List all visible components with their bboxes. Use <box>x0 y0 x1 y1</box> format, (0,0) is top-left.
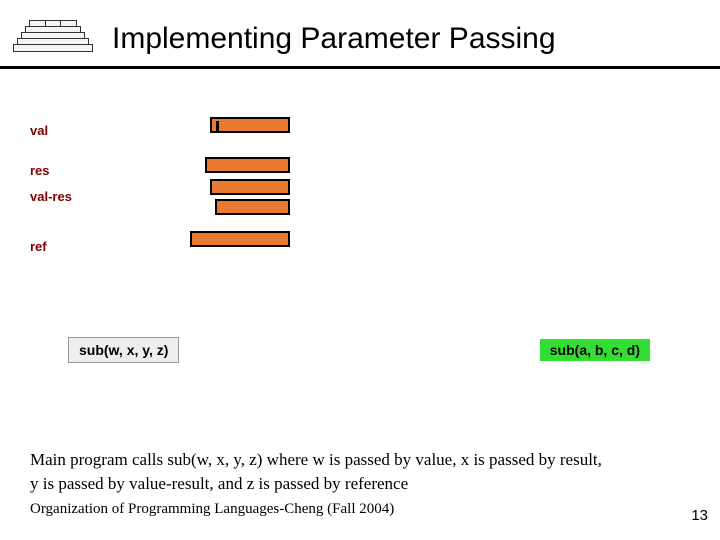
stack-logo <box>8 8 98 64</box>
title-rule <box>0 66 720 69</box>
bar-ref <box>190 231 290 247</box>
caller-box: sub(w, x, y, z) <box>68 337 179 363</box>
diagram-area: val res val-res ref sub(w, x, y, z) sub(… <box>0 95 720 375</box>
footer-text: Organization of Programming Languages-Ch… <box>30 501 394 518</box>
explanation-text: Main program calls sub(w, x, y, z) where… <box>30 448 700 496</box>
label-ref: ref <box>30 239 47 254</box>
slide-header: Implementing Parameter Passing <box>0 0 720 64</box>
explanation-line-2: y is passed by value-result, and z is pa… <box>30 474 408 493</box>
callee-box: sub(a, b, c, d) <box>540 339 650 361</box>
slide-title: Implementing Parameter Passing <box>112 22 556 56</box>
explanation-line-1: Main program calls sub(w, x, y, z) where… <box>30 450 602 469</box>
label-val: val <box>30 123 48 138</box>
label-res: res <box>30 163 50 178</box>
bar-valres-1 <box>210 179 290 195</box>
bar-val <box>210 117 290 133</box>
bar-res <box>205 157 290 173</box>
label-valres: val-res <box>30 189 72 204</box>
page-number: 13 <box>691 507 708 524</box>
bar-valres-2 <box>215 199 290 215</box>
